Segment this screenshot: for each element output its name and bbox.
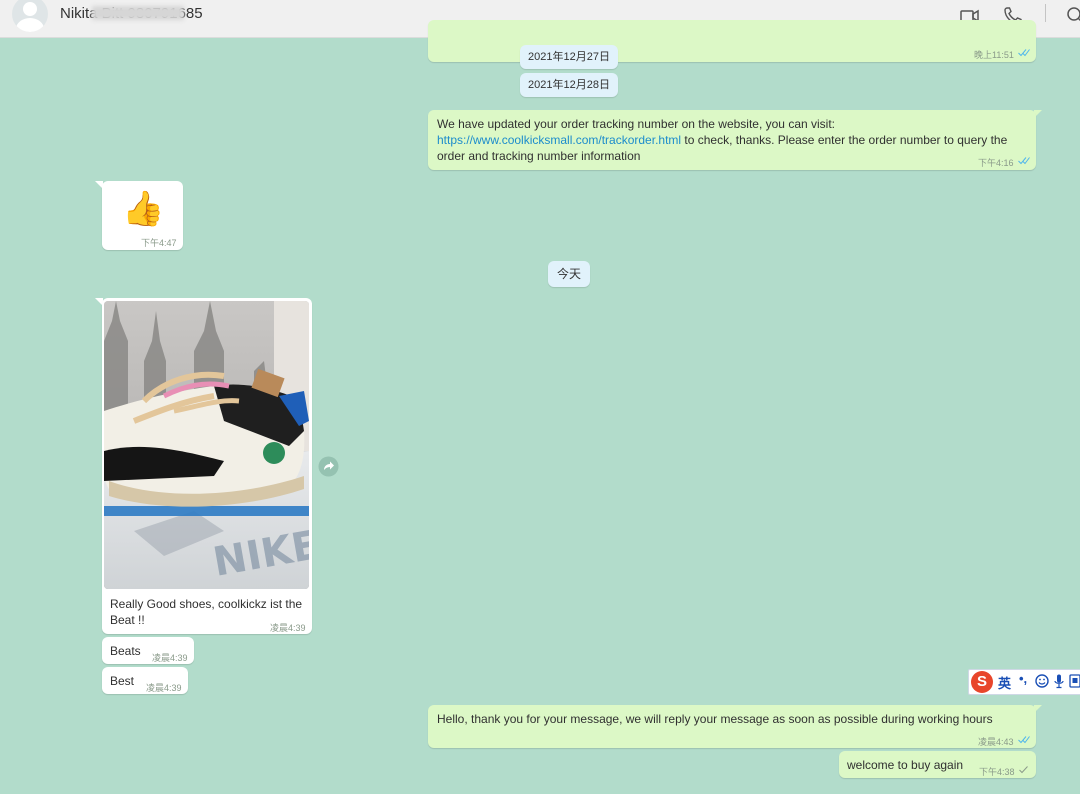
message-time: 下午4:47 <box>141 238 177 248</box>
thumbs-up-emoji: 👍 <box>122 189 165 229</box>
date-chip: 2021年12月27日 <box>520 45 618 69</box>
toolbox-icon[interactable] <box>1069 674 1080 688</box>
double-check-read-icon <box>1018 157 1030 165</box>
search-icon[interactable] <box>1064 4 1080 28</box>
message-time: 凌晨4:43 <box>978 737 1014 747</box>
message-time: 凌晨4:39 <box>146 683 182 693</box>
message-outgoing-text[interactable]: welcome to buy again 下午4:38 <box>839 751 1036 778</box>
double-check-read-icon <box>1018 736 1030 744</box>
double-check-read-icon <box>1018 49 1030 57</box>
message-text: We have updated your order tracking numb… <box>437 117 835 131</box>
message-outgoing-auto-reply[interactable]: Hello, thank you for your message, we wi… <box>428 705 1036 748</box>
message-time: 下午4:38 <box>979 767 1015 777</box>
microphone-icon[interactable] <box>1054 674 1064 689</box>
contact-avatar[interactable] <box>12 0 48 32</box>
single-check-sent-icon <box>1019 766 1028 774</box>
message-text: to check, thanks. Please enter the order… <box>681 133 1008 147</box>
sneaker-photo-illustration: NIKE <box>104 301 309 589</box>
message-time: 下午4:16 <box>978 158 1014 168</box>
caption-line: Really Good shoes, coolkickz ist the <box>110 597 303 611</box>
message-time: 凌晨4:39 <box>270 623 306 633</box>
sogou-logo-icon[interactable]: S <box>971 671 993 693</box>
message-outgoing-tracking[interactable]: We have updated your order tracking numb… <box>428 110 1036 170</box>
message-time: 凌晨4:39 <box>152 653 188 663</box>
redacted-phone-blur <box>92 6 184 20</box>
caption-line: Beat !! <box>110 613 145 627</box>
message-text: Hello, thank you for your message, we wi… <box>437 712 993 726</box>
message-time: 晚上11:51 <box>974 50 1014 60</box>
forward-icon[interactable] <box>318 456 339 477</box>
message-incoming-text[interactable]: Best 凌晨4:39 <box>102 667 188 694</box>
message-text: Best <box>110 674 135 688</box>
message-text: welcome to buy again <box>847 758 964 772</box>
date-chip: 2021年12月28日 <box>520 73 618 97</box>
header-divider <box>1045 4 1046 22</box>
message-text: Beats <box>110 644 141 658</box>
ime-toolbar[interactable]: S 英 •, <box>968 669 1080 695</box>
message-text: order and tracking number information <box>437 149 641 163</box>
sneaker-photo[interactable]: NIKE <box>104 301 309 589</box>
message-incoming-text[interactable]: Beats 凌晨4:39 <box>102 637 194 664</box>
emoji-smile-icon[interactable] <box>1035 674 1049 688</box>
message-incoming-emoji[interactable]: 👍 下午4:47 <box>102 181 183 250</box>
ime-punctuation-toggle[interactable]: •, <box>1019 671 1027 686</box>
tracking-link[interactable]: https://www.coolkicksmall.com/trackorder… <box>437 133 681 147</box>
today-chip: 今天 <box>548 261 590 287</box>
ime-mode-english[interactable]: 英 <box>998 673 1011 692</box>
